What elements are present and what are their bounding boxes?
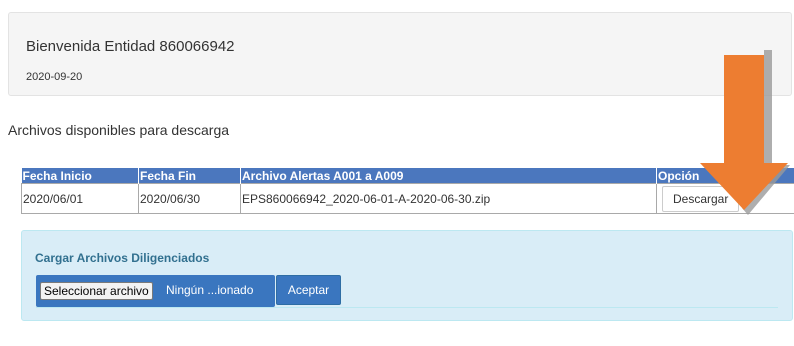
welcome-panel: Bienvenida Entidad 860066942 2020-09-20: [8, 12, 792, 96]
column-header-option: Opción: [656, 168, 794, 184]
column-header-start-date: Fecha Inicio: [21, 168, 139, 184]
section-title: Archivos disponibles para descarga: [8, 122, 230, 138]
table-header-row: Fecha Inicio Fecha Fin Archivo Alertas A…: [21, 168, 794, 184]
file-input[interactable]: Seleccionar archivo Ningún ...ionado: [36, 275, 275, 307]
accept-button[interactable]: Aceptar: [276, 275, 341, 305]
cell-option: Descargar: [656, 183, 794, 214]
column-header-end-date: Fecha Fin: [138, 168, 241, 184]
panel-divider: [36, 307, 778, 308]
welcome-date: 2020-09-20: [26, 71, 83, 83]
welcome-title: Bienvenida Entidad 860066942: [26, 38, 235, 55]
download-button[interactable]: Descargar: [662, 185, 740, 212]
upload-panel: Cargar Archivos Diligenciados Selecciona…: [21, 230, 793, 321]
downloads-table: Fecha Inicio Fecha Fin Archivo Alertas A…: [21, 168, 794, 214]
cell-end-date: 2020/06/30: [138, 183, 241, 214]
upload-title: Cargar Archivos Diligenciados: [35, 251, 210, 265]
cell-file-name: EPS860066942_2020-06-01-A-2020-06-30.zip: [240, 183, 657, 214]
table-row: 2020/06/01 2020/06/30 EPS860066942_2020-…: [21, 183, 794, 214]
cell-start-date: 2020/06/01: [21, 183, 139, 214]
file-status-text: Ningún ...ionado: [166, 283, 254, 297]
column-header-file: Archivo Alertas A001 a A009: [240, 168, 657, 184]
choose-file-button[interactable]: Seleccionar archivo: [40, 282, 153, 300]
